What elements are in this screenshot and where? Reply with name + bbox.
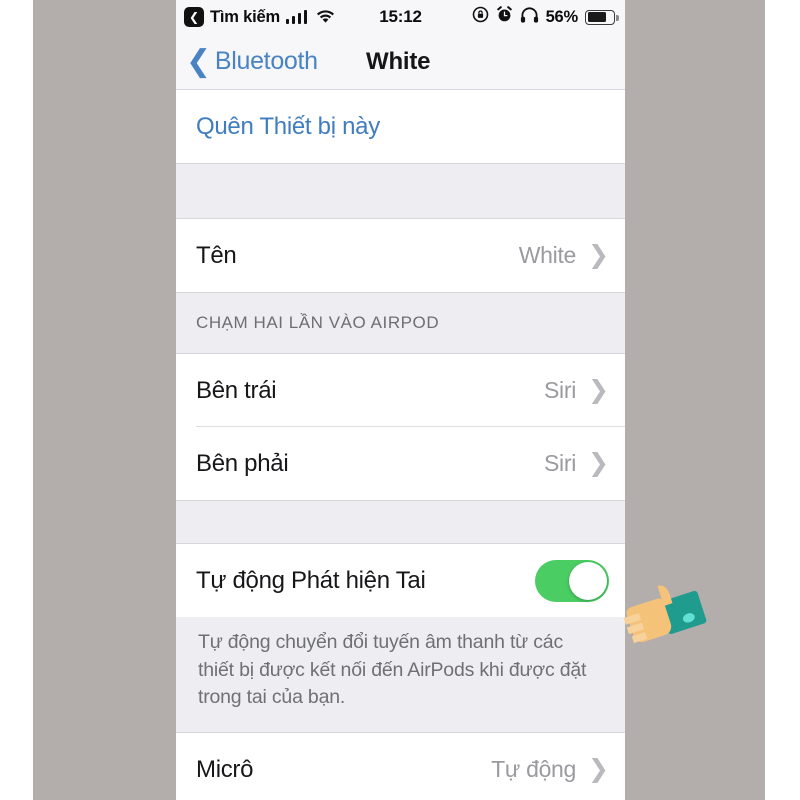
- status-carrier-label: Tìm kiếm: [210, 7, 280, 26]
- ear-detection-right: [535, 559, 609, 602]
- left-airpod-label: Bên trái: [196, 376, 277, 404]
- microphone-label: Micrô: [196, 755, 254, 783]
- forget-device-label: Quên Thiết bị này: [196, 112, 380, 140]
- right-airpod-value: Siri: [544, 450, 577, 476]
- battery-icon: [585, 9, 619, 25]
- headphones-icon: [520, 6, 539, 28]
- chevron-left-icon: ❮: [186, 45, 211, 78]
- name-row-value: White: [518, 242, 577, 268]
- name-row[interactable]: Tên White ❯: [176, 219, 625, 292]
- status-bar: ❮ Tìm kiếm 15:12 56%: [176, 0, 625, 34]
- name-row-right: White ❯: [519, 242, 609, 269]
- double-tap-section-header: CHẠM HAI LẦN VÀO AIRPOD: [176, 292, 625, 354]
- screenshot-canvas: ❮ Tìm kiếm 15:12 56% ❮ Bluetooth White Q…: [0, 0, 800, 800]
- toggle-knob: [569, 561, 607, 600]
- chevron-right-icon: ❯: [588, 241, 609, 269]
- back-chevron-badge-icon[interactable]: ❮: [184, 7, 204, 27]
- microphone-value: Tự động: [491, 756, 577, 783]
- chevron-right-icon: ❯: [588, 755, 609, 784]
- ear-detection-toggle[interactable]: [535, 559, 609, 602]
- ear-detection-row[interactable]: Tự động Phát hiện Tai: [176, 544, 625, 617]
- rotation-lock-icon: [472, 6, 489, 28]
- phone-screen: ❮ Tìm kiếm 15:12 56% ❮ Bluetooth White Q…: [176, 0, 625, 800]
- ear-detection-label: Tự động Phát hiện Tai: [196, 566, 426, 594]
- left-airpod-row[interactable]: Bên trái Siri ❯: [176, 354, 625, 427]
- microphone-row[interactable]: Micrô Tự động ❯: [176, 733, 625, 800]
- right-airpod-row[interactable]: Bên phải Siri ❯: [176, 427, 625, 500]
- left-airpod-right: Siri ❯: [544, 377, 609, 404]
- chevron-right-icon: ❯: [588, 376, 609, 404]
- right-airpod-right: Siri ❯: [544, 450, 609, 477]
- battery-percent-label: 56%: [545, 7, 579, 26]
- group-spacer-2: [176, 500, 625, 544]
- status-bar-right: 56%: [472, 6, 619, 28]
- back-button[interactable]: ❮ Bluetooth: [186, 45, 318, 78]
- microphone-right: Tự động ❯: [491, 756, 609, 783]
- page-title: White: [366, 47, 431, 75]
- status-bar-left: ❮ Tìm kiếm: [184, 7, 335, 27]
- forget-device-row[interactable]: Quên Thiết bị này: [176, 90, 625, 163]
- group-spacer-1: [176, 163, 625, 219]
- wifi-icon: [316, 10, 335, 24]
- navigation-bar: ❮ Bluetooth White: [176, 34, 625, 90]
- cellular-signal-icon: [285, 9, 308, 24]
- left-airpod-value: Siri: [544, 377, 577, 403]
- right-airpod-label: Bên phải: [196, 449, 289, 477]
- name-row-label: Tên: [196, 241, 237, 269]
- chevron-right-icon: ❯: [588, 449, 609, 477]
- back-button-label: Bluetooth: [214, 47, 318, 75]
- alarm-clock-icon: [496, 6, 513, 28]
- ear-detection-footer: Tự động chuyển đổi tuyến âm thanh từ các…: [176, 617, 625, 734]
